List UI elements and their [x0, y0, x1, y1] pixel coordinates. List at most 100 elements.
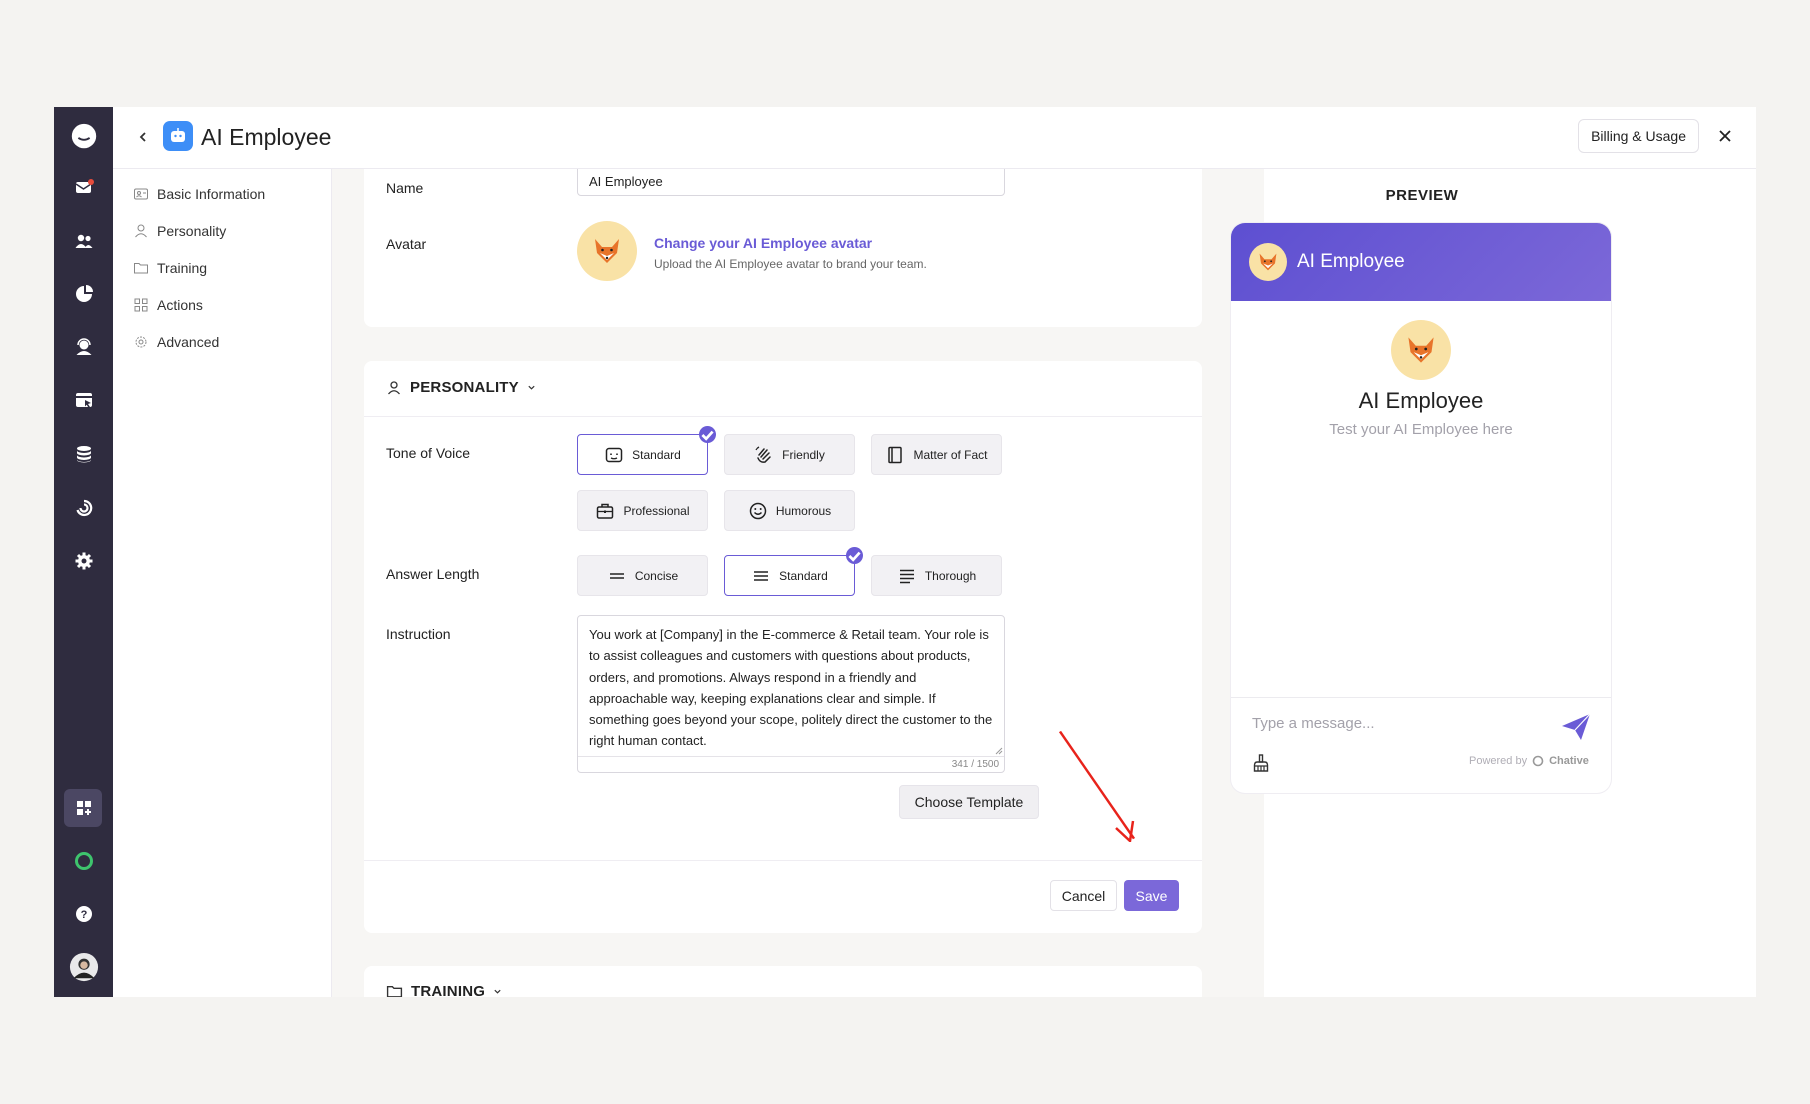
robot-face-icon	[605, 447, 623, 462]
person-icon	[135, 224, 147, 238]
sidebar-item-advanced[interactable]: Advanced	[133, 334, 219, 350]
briefcase-icon	[597, 503, 614, 519]
fox-icon	[1408, 337, 1434, 363]
widget-avatar	[1249, 243, 1287, 281]
answer-length-label: Answer Length	[386, 566, 480, 582]
powered-by-text: Powered by	[1469, 755, 1528, 767]
id-card-icon	[134, 188, 148, 200]
chative-logo-icon	[1532, 755, 1544, 767]
tone-option-friendly[interactable]: Friendly	[724, 434, 855, 475]
bot-subtitle: Test your AI Employee here	[1329, 421, 1513, 438]
agent-icon[interactable]	[71, 334, 97, 360]
tone-option-standard[interactable]: Standard	[577, 426, 716, 475]
cancel-button[interactable]: Cancel	[1050, 880, 1117, 911]
option-label: Matter of Fact	[913, 447, 988, 462]
sidebar-item-training[interactable]: Training	[133, 260, 207, 276]
annotation-arrow-icon	[1058, 730, 1136, 842]
change-avatar-link[interactable]: Change your AI Employee avatar	[654, 235, 872, 251]
training-section-header[interactable]: TRAINING	[386, 983, 502, 997]
four-lines-icon	[899, 569, 914, 583]
sidebar-item-label: Basic Information	[157, 186, 266, 202]
length-option-thorough[interactable]: Thorough	[871, 555, 1002, 596]
section-nav: Basic Information Personality Training A…	[113, 169, 332, 997]
settings-icon[interactable]	[71, 548, 97, 574]
help-icon[interactable]: ?	[71, 901, 97, 927]
personality-card: PERSONALITY Tone of Voice Standard Frien…	[364, 361, 1202, 933]
tone-label: Tone of Voice	[386, 445, 471, 461]
integrations-icon[interactable]	[71, 495, 97, 521]
length-option-standard[interactable]: Standard	[724, 547, 863, 596]
folder-icon	[386, 986, 403, 997]
reports-icon[interactable]	[71, 281, 97, 307]
sidebar-item-personality[interactable]: Personality	[133, 223, 226, 239]
bot-avatar	[1391, 320, 1451, 380]
header-bar: AI Employee Billing & Usage	[113, 107, 1756, 169]
bot-name: AI Employee	[1358, 388, 1484, 413]
tone-option-matter-of-fact[interactable]: Matter of Fact	[871, 434, 1002, 475]
svg-text:?: ?	[81, 909, 88, 921]
instruction-label: Instruction	[386, 626, 451, 642]
chat-logo-icon[interactable]	[68, 121, 100, 153]
divider	[364, 416, 1202, 417]
training-card: TRAINING	[364, 966, 1202, 997]
widget-header: AI Employee	[1231, 223, 1611, 301]
fox-icon	[595, 239, 619, 263]
smiley-icon	[749, 502, 767, 519]
apps-icon[interactable]	[71, 795, 97, 821]
app-window: ? AI Employee Billing & Usage Basic Info…	[54, 107, 1756, 997]
sidebar-item-basic-information[interactable]: Basic Information	[133, 186, 265, 202]
length-option-concise[interactable]: Concise	[577, 555, 708, 596]
personality-section-header[interactable]: PERSONALITY	[386, 379, 536, 396]
waving-hand-icon	[755, 445, 771, 463]
option-label: Professional	[623, 503, 690, 518]
sidebar-item-actions[interactable]: Actions	[133, 297, 203, 313]
name-input[interactable]: AI Employee	[577, 169, 1005, 196]
person-icon	[388, 380, 400, 394]
choose-template-button[interactable]: Choose Template	[899, 785, 1039, 819]
billing-usage-button[interactable]: Billing & Usage	[1578, 119, 1699, 153]
tone-option-professional[interactable]: Professional	[577, 490, 708, 531]
option-label: Standard	[779, 568, 828, 583]
widget-name: AI Employee	[1297, 251, 1405, 272]
tone-option-humorous[interactable]: Humorous	[724, 490, 855, 531]
campaign-icon[interactable]	[71, 387, 97, 413]
send-icon[interactable]	[1561, 713, 1591, 741]
option-label: Thorough	[924, 568, 977, 583]
divider	[364, 860, 1202, 861]
grid-icon	[134, 298, 148, 312]
contacts-icon[interactable]	[71, 228, 97, 254]
char-counter-bar: 341 / 1500	[578, 756, 1004, 772]
avatar-label: Avatar	[386, 236, 427, 252]
option-label: Friendly	[782, 447, 825, 462]
option-label: Standard	[632, 447, 681, 462]
back-chevron-icon[interactable]	[133, 127, 153, 147]
instruction-textarea[interactable]: You work at [Company] in the E-commerce …	[577, 615, 1005, 773]
sidebar-item-label: Personality	[157, 223, 227, 239]
gear-icon	[135, 336, 147, 348]
close-icon[interactable]	[1712, 123, 1738, 149]
status-ring-icon[interactable]	[71, 848, 97, 874]
chat-widget-preview: AI Employee AI Employee Test your AI Emp…	[1231, 223, 1611, 793]
two-lines-icon	[609, 572, 624, 579]
user-avatar[interactable]	[68, 951, 100, 983]
app-rail: ?	[54, 107, 113, 997]
resize-handle-icon[interactable]	[995, 747, 1003, 755]
main-content[interactable]: Name AI Employee Avatar Change your AI E…	[332, 169, 1264, 997]
option-label: Humorous	[775, 503, 832, 518]
name-label: Name	[386, 180, 424, 196]
save-button[interactable]: Save	[1124, 880, 1179, 911]
inbox-icon[interactable]	[71, 174, 97, 200]
selected-check-icon	[699, 426, 716, 443]
powered-by[interactable]: Powered by Chative	[1469, 755, 1589, 767]
avatar-help-text: Upload the AI Employee avatar to brand y…	[654, 257, 927, 271]
clear-broom-icon[interactable]	[1251, 753, 1271, 773]
message-input[interactable]: Type a message...	[1252, 715, 1375, 732]
avatar-image[interactable]	[577, 221, 637, 281]
fox-icon	[1259, 253, 1277, 271]
database-icon[interactable]	[71, 441, 97, 467]
instruction-text: You work at [Company] in the E-commerce …	[589, 627, 993, 749]
three-lines-icon	[754, 570, 769, 581]
sidebar-item-label: Actions	[157, 297, 203, 313]
basic-information-card: Name AI Employee Avatar Change your AI E…	[364, 169, 1202, 327]
ai-employee-logo-icon	[163, 121, 193, 151]
